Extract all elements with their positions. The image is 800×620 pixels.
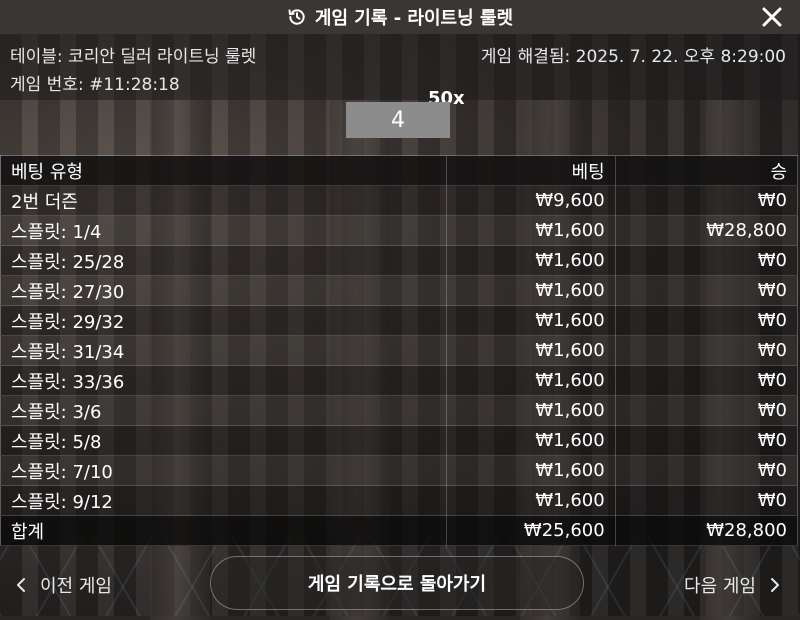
table-header-row: 베팅 유형 베팅 승 xyxy=(0,155,798,186)
total-win: ₩28,800 xyxy=(615,515,798,546)
table-row: 스플릿: 31/34 ₩1,600 ₩0 xyxy=(0,335,798,366)
table-row: 스플릿: 27/30 ₩1,600 ₩0 xyxy=(0,275,798,306)
win-amount-cell: ₩0 xyxy=(615,335,798,366)
win-amount-cell: ₩0 xyxy=(615,275,798,306)
bet-amount-cell: ₩9,600 xyxy=(446,185,616,216)
history-icon xyxy=(288,9,305,25)
game-resolved-time: 게임 해결됨: 2025. 7. 22. 오후 8:29:00 xyxy=(480,47,786,67)
previous-game-button[interactable]: 이전 게임 xyxy=(16,572,112,598)
bet-amount-cell: ₩1,600 xyxy=(446,335,616,366)
table-name: 테이블: 코리안 딜러 라이트닝 룰렛 xyxy=(10,47,257,67)
bet-type-cell: 스플릿: 3/6 xyxy=(0,395,448,426)
next-game-button[interactable]: 다음 게임 xyxy=(684,572,780,598)
bet-type-cell: 스플릿: 29/32 xyxy=(0,305,448,336)
close-button[interactable] xyxy=(758,3,786,31)
bet-type-cell: 스플릿: 9/12 xyxy=(0,485,448,516)
back-to-history-label: 게임 기록으로 돌아가기 xyxy=(307,574,487,595)
bet-type-cell: 스플릿: 1/4 xyxy=(0,215,448,246)
bet-type-cell: 스플릿: 7/10 xyxy=(0,455,448,486)
chevron-right-icon xyxy=(771,578,779,592)
table-row: 스플릿: 9/12 ₩1,600 ₩0 xyxy=(0,485,798,516)
table-row: 스플릿: 25/28 ₩1,600 ₩0 xyxy=(0,245,798,276)
chevron-left-icon xyxy=(17,578,25,592)
table-row: 스플릿: 29/32 ₩1,600 ₩0 xyxy=(0,305,798,336)
back-to-history-button[interactable]: 게임 기록으로 돌아가기 xyxy=(210,556,584,610)
win-amount-cell: ₩0 xyxy=(615,185,798,216)
bets-table: 베팅 유형 베팅 승 2번 더즌 ₩9,600 ₩0 스플릿: 1/4 ₩1,600 ₩2… xyxy=(0,155,798,546)
win-amount-cell: ₩28,800 xyxy=(615,215,798,246)
total-bet: ₩25,600 xyxy=(446,515,616,546)
next-game-label: 다음 게임 xyxy=(684,576,756,597)
win-amount-cell: ₩0 xyxy=(615,305,798,336)
table-row: 스플릿: 7/10 ₩1,600 ₩0 xyxy=(0,455,798,486)
win-amount-cell: ₩0 xyxy=(615,245,798,276)
bet-amount-cell: ₩1,600 xyxy=(446,455,616,486)
table-row: 2번 더즌 ₩9,600 ₩0 xyxy=(0,185,798,216)
bet-amount-cell: ₩1,600 xyxy=(446,395,616,426)
bet-amount-cell: ₩1,600 xyxy=(446,275,616,306)
table-row: 스플릿: 1/4 ₩1,600 ₩28,800 xyxy=(0,215,798,246)
game-number: 게임 번호: #11:28:18 xyxy=(10,75,180,95)
bet-type-cell: 2번 더즌 xyxy=(0,185,448,216)
bet-type-cell: 스플릿: 33/36 xyxy=(0,365,448,396)
bet-amount-cell: ₩1,600 xyxy=(446,425,616,456)
close-icon xyxy=(762,7,782,27)
bet-type-cell: 스플릿: 25/28 xyxy=(0,245,448,276)
winning-number: 4 xyxy=(346,102,450,138)
game-history-dialog: 게임 기록 - 라이트닝 룰렛 테이블: 코리안 딜러 라이트닝 룰렛 게임 번… xyxy=(0,0,800,616)
bet-type-cell: 스플릿: 5/8 xyxy=(0,425,448,456)
bet-amount-cell: ₩1,600 xyxy=(446,305,616,336)
dialog-header: 게임 기록 - 라이트닝 룰렛 xyxy=(0,0,800,34)
win-amount-cell: ₩0 xyxy=(615,455,798,486)
bet-amount-cell: ₩1,600 xyxy=(446,365,616,396)
bet-amount-cell: ₩1,600 xyxy=(446,245,616,276)
win-amount-cell: ₩0 xyxy=(615,365,798,396)
table-row: 스플릿: 5/8 ₩1,600 ₩0 xyxy=(0,425,798,456)
game-info: 테이블: 코리안 딜러 라이트닝 룰렛 게임 번호: #11:28:18 게임 … xyxy=(0,34,800,100)
previous-game-label: 이전 게임 xyxy=(40,576,112,597)
total-row: 합계 ₩25,600 ₩28,800 xyxy=(0,515,798,546)
column-bet: 베팅 xyxy=(446,155,616,186)
bet-amount-cell: ₩1,600 xyxy=(446,215,616,246)
bet-type-cell: 스플릿: 31/34 xyxy=(0,335,448,366)
table-row: 스플릿: 33/36 ₩1,600 ₩0 xyxy=(0,365,798,396)
column-bet-type: 베팅 유형 xyxy=(0,155,448,186)
dialog-footer: 이전 게임 게임 기록으로 돌아가기 다음 게임 xyxy=(0,554,800,616)
win-amount-cell: ₩0 xyxy=(615,425,798,456)
win-amount-cell: ₩0 xyxy=(615,485,798,516)
bet-type-cell: 스플릿: 27/30 xyxy=(0,275,448,306)
table-row: 스플릿: 3/6 ₩1,600 ₩0 xyxy=(0,395,798,426)
dialog-title: 게임 기록 - 라이트닝 룰렛 xyxy=(314,8,514,29)
win-amount-cell: ₩0 xyxy=(615,395,798,426)
total-label: 합계 xyxy=(0,515,448,546)
bet-amount-cell: ₩1,600 xyxy=(446,485,616,516)
column-win: 승 xyxy=(615,155,798,186)
